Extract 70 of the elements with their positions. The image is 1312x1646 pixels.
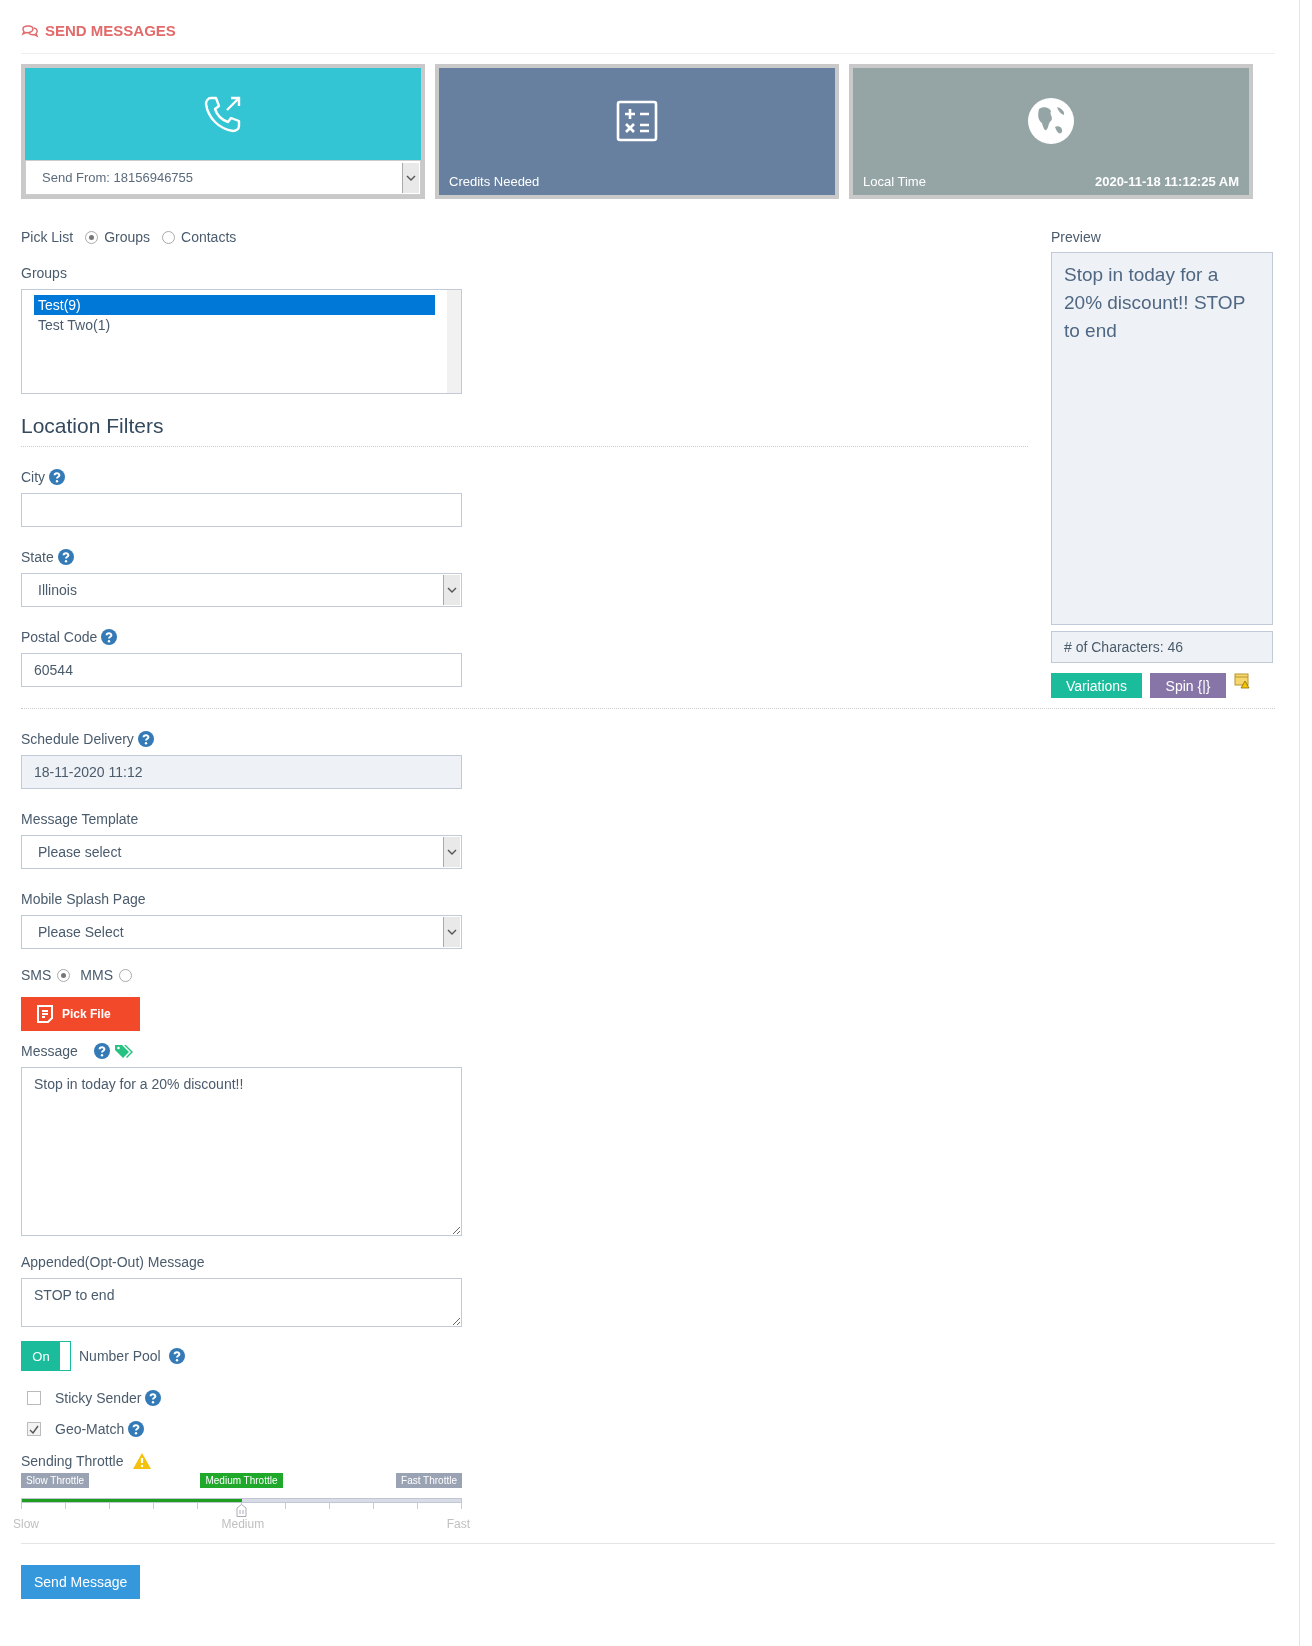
checkbox-label: Sticky Sender xyxy=(55,1390,142,1406)
page-title: SEND MESSAGES xyxy=(45,22,176,39)
field-label: Mobile Splash Page xyxy=(21,891,146,907)
field-label: State xyxy=(21,549,54,565)
input-field[interactable] xyxy=(21,493,462,527)
groups-listbox[interactable]: Test(9) Test Two(1) xyxy=(21,289,462,394)
checkbox[interactable] xyxy=(27,1391,41,1405)
select-field[interactable]: Please Select xyxy=(21,915,462,949)
tile-value: 2020-11-18 11:12:25 AM xyxy=(1094,174,1239,189)
help-icon[interactable] xyxy=(145,1390,162,1406)
message-textarea[interactable]: Stop in today for a 20% discount!! xyxy=(21,1067,462,1236)
dropdown-caret-icon[interactable] xyxy=(402,162,419,193)
help-icon[interactable] xyxy=(128,1421,145,1437)
help-icon[interactable] xyxy=(49,469,66,485)
field-label: Sending Throttle xyxy=(21,1453,124,1469)
scale-label: Fast xyxy=(446,1517,470,1531)
checkbox-label: Geo-Match xyxy=(55,1421,125,1437)
checkbox[interactable] xyxy=(27,1422,41,1436)
radio-label: SMS xyxy=(21,967,52,983)
opt-out-textarea[interactable]: STOP to end xyxy=(21,1278,462,1327)
toggle-label: Number Pool xyxy=(79,1348,161,1364)
character-count: # of Characters: 46 xyxy=(1051,631,1273,663)
field-label: Appended(Opt-Out) Message xyxy=(21,1254,205,1270)
preview-box: Stop in today for a 20% discount!! STOP to end xyxy=(1051,252,1273,625)
field-label: City xyxy=(21,469,46,485)
select-field[interactable]: Illinois xyxy=(21,573,462,607)
spin-button[interactable]: Spin {|} xyxy=(1150,673,1226,698)
list-item[interactable]: Test(9) xyxy=(34,295,435,315)
field-label: Groups xyxy=(21,265,67,281)
dropdown-caret-icon[interactable] xyxy=(443,837,460,867)
help-icon[interactable] xyxy=(101,629,118,645)
calculator-icon xyxy=(616,100,658,142)
help-icon[interactable] xyxy=(93,1043,110,1059)
scale-label: Medium xyxy=(221,1517,265,1531)
pick-list-label: Pick List xyxy=(21,229,74,245)
radio-button[interactable] xyxy=(85,230,99,244)
radio-label: Groups xyxy=(104,229,151,245)
preview-label: Preview xyxy=(1051,229,1102,245)
tile-label: Local Time xyxy=(863,174,926,189)
globe-icon xyxy=(1027,97,1075,145)
help-icon[interactable] xyxy=(57,549,74,565)
radio-label: MMS xyxy=(80,967,113,983)
field-label: Message xyxy=(21,1043,78,1059)
radio-button[interactable] xyxy=(162,230,176,244)
document-icon xyxy=(36,1004,54,1024)
field-label: Schedule Delivery xyxy=(21,731,134,747)
dropdown-caret-icon[interactable] xyxy=(443,917,460,947)
throttle-tag: Medium Throttle xyxy=(200,1473,283,1488)
throttle-tag: Fast Throttle xyxy=(396,1473,462,1488)
note-warning-icon[interactable] xyxy=(1234,673,1250,689)
send-from-select[interactable]: Send From: 18156946755 xyxy=(25,160,421,195)
field-label: Postal Code xyxy=(21,629,98,645)
throttle-tag: Slow Throttle xyxy=(21,1473,90,1488)
input-field[interactable]: 60544 xyxy=(21,653,462,687)
list-item[interactable]: Test Two(1) xyxy=(34,315,435,335)
pick-file-button[interactable]: Pick File xyxy=(21,997,140,1031)
slider-handle[interactable] xyxy=(235,1504,247,1517)
select-field[interactable]: Please select xyxy=(21,835,462,869)
tile-label: Credits Needed xyxy=(449,174,540,189)
radio-label: Contacts xyxy=(181,229,237,245)
radio-button[interactable] xyxy=(119,968,132,982)
chat-icon xyxy=(21,23,39,38)
tags-icon[interactable] xyxy=(113,1043,134,1059)
section-heading: Location Filters xyxy=(21,414,1028,447)
scale-label: Slow xyxy=(13,1517,39,1531)
scrollbar[interactable] xyxy=(447,290,461,393)
help-icon[interactable] xyxy=(168,1348,185,1364)
field-label: Message Template xyxy=(21,811,139,827)
radio-button[interactable] xyxy=(57,968,71,982)
dropdown-caret-icon[interactable] xyxy=(443,575,460,605)
